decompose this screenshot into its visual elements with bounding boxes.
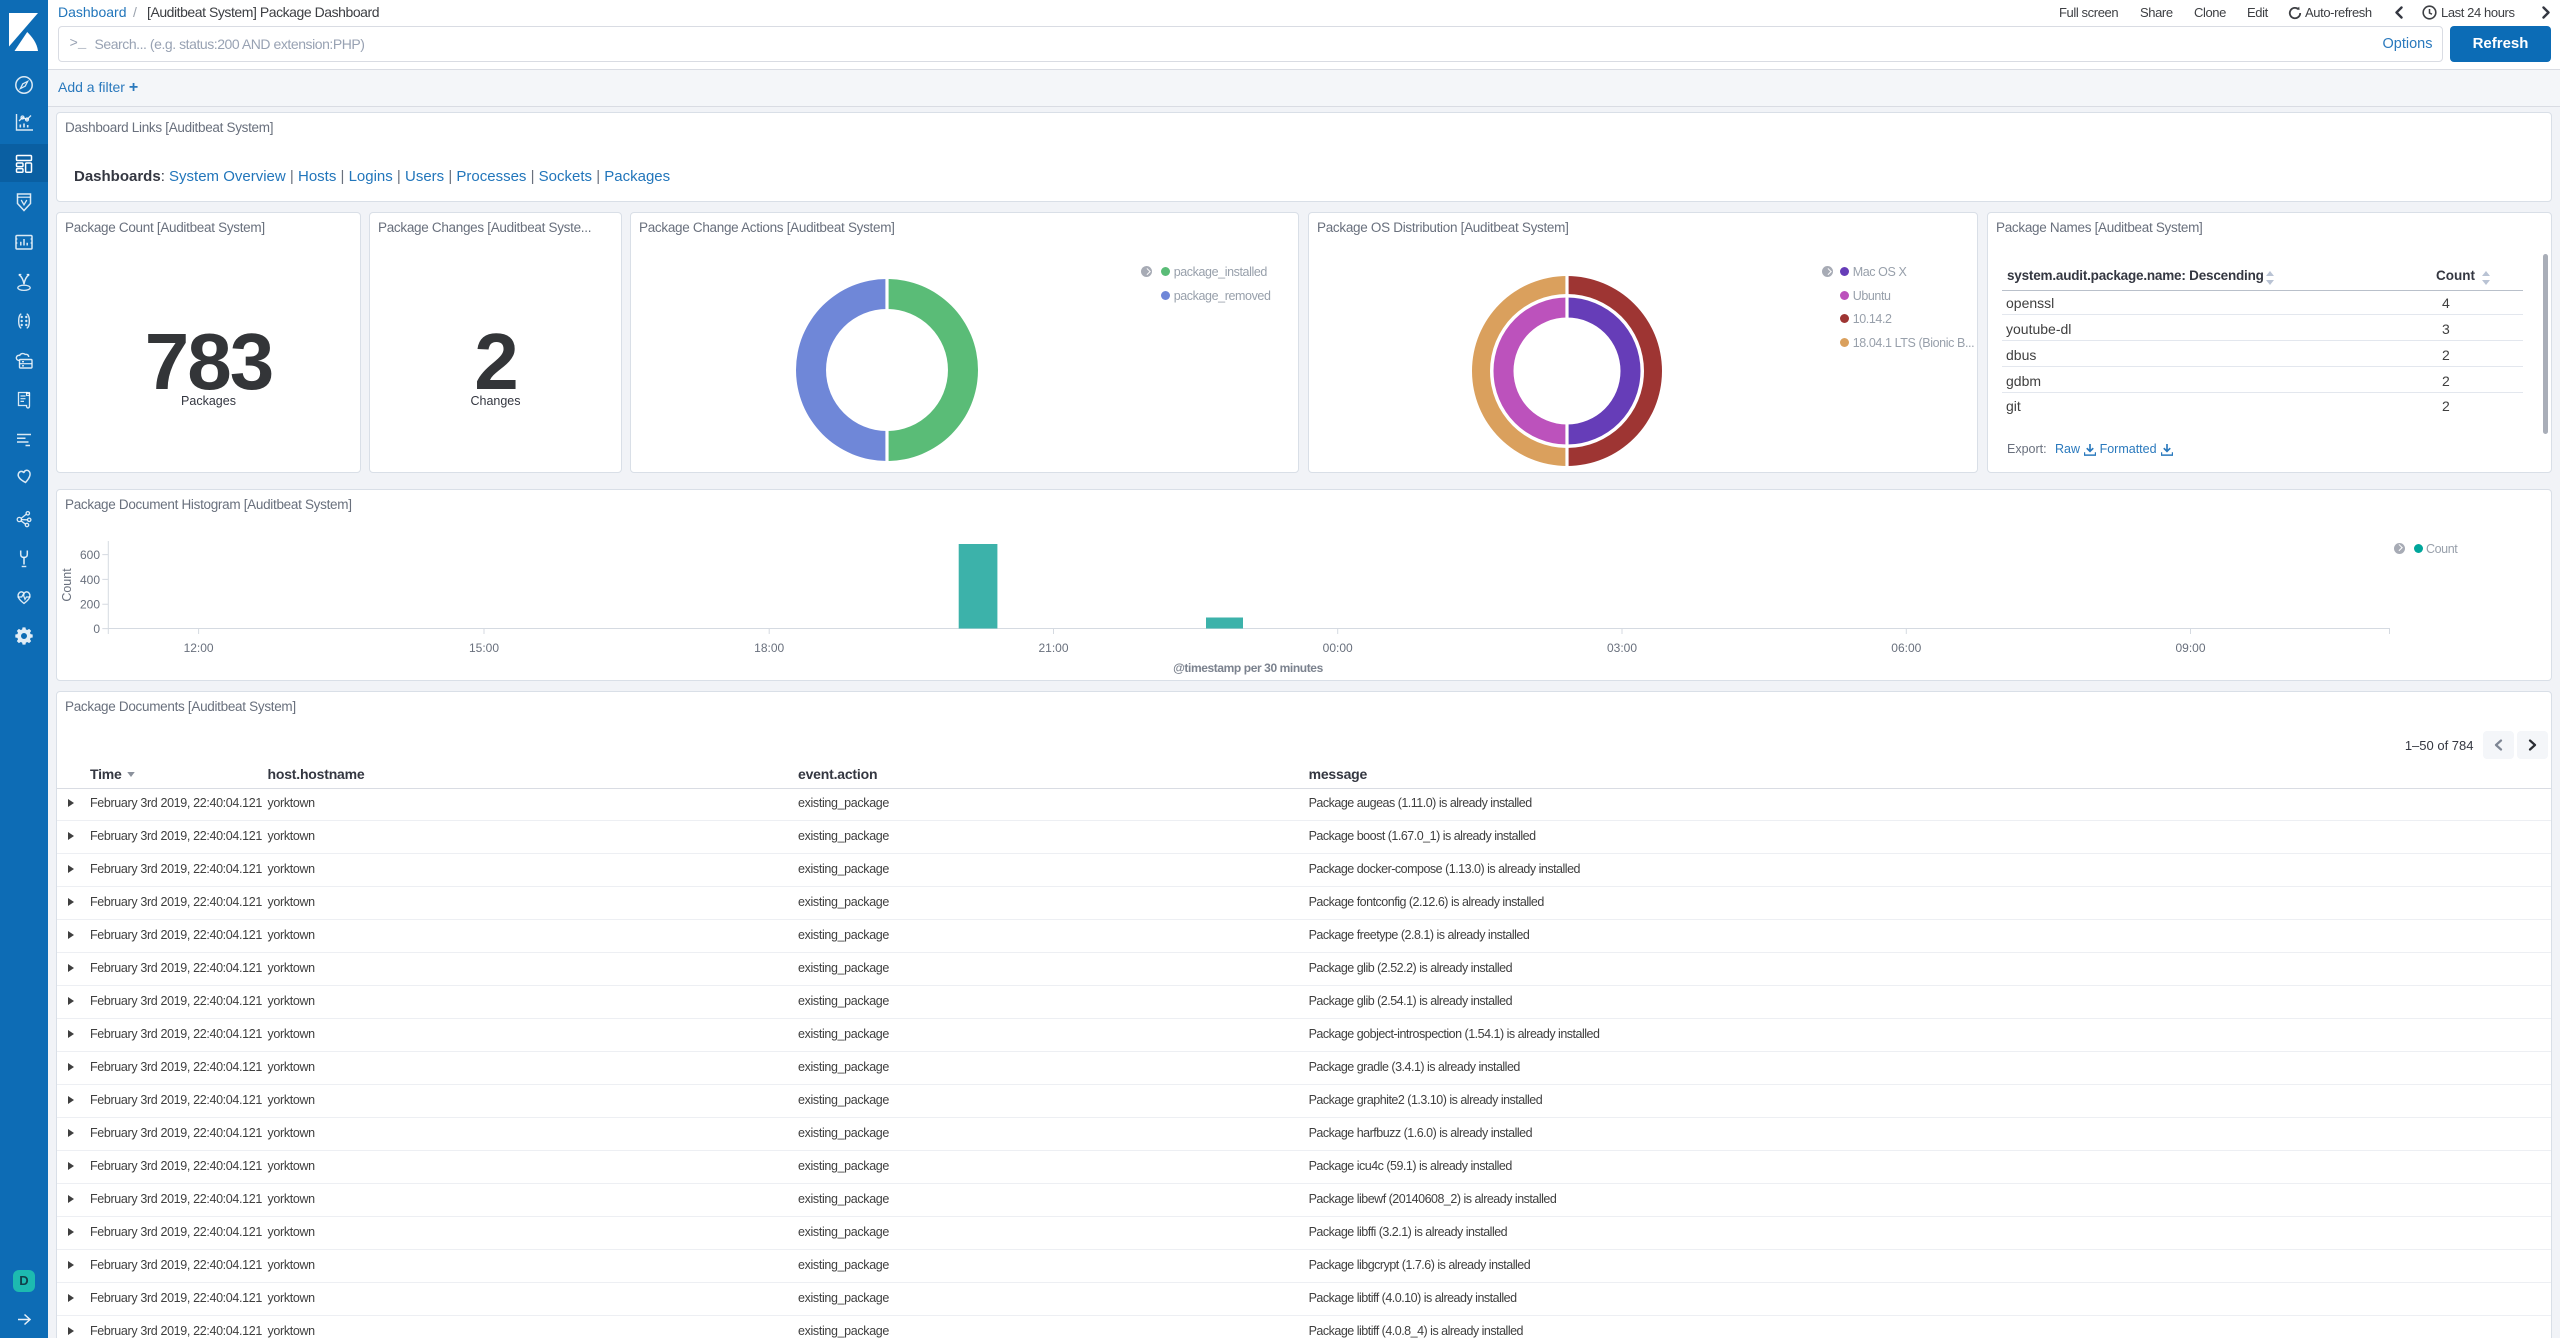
svg-text:200: 200: [80, 598, 100, 612]
svg-text:12:00: 12:00: [184, 641, 214, 655]
svg-text:21:00: 21:00: [1038, 641, 1068, 655]
svg-text:0: 0: [93, 622, 100, 636]
svg-text:06:00: 06:00: [1891, 641, 1921, 655]
svg-text:600: 600: [80, 548, 100, 562]
svg-text:09:00: 09:00: [2175, 641, 2205, 655]
svg-text:Count: Count: [60, 568, 74, 602]
svg-text:@timestamp per 30 minutes: @timestamp per 30 minutes: [1173, 661, 1323, 675]
svg-text:15:00: 15:00: [469, 641, 499, 655]
svg-text:03:00: 03:00: [1607, 641, 1637, 655]
svg-text:00:00: 00:00: [1323, 641, 1353, 655]
svg-text:18:00: 18:00: [754, 641, 784, 655]
svg-text:400: 400: [80, 573, 100, 587]
